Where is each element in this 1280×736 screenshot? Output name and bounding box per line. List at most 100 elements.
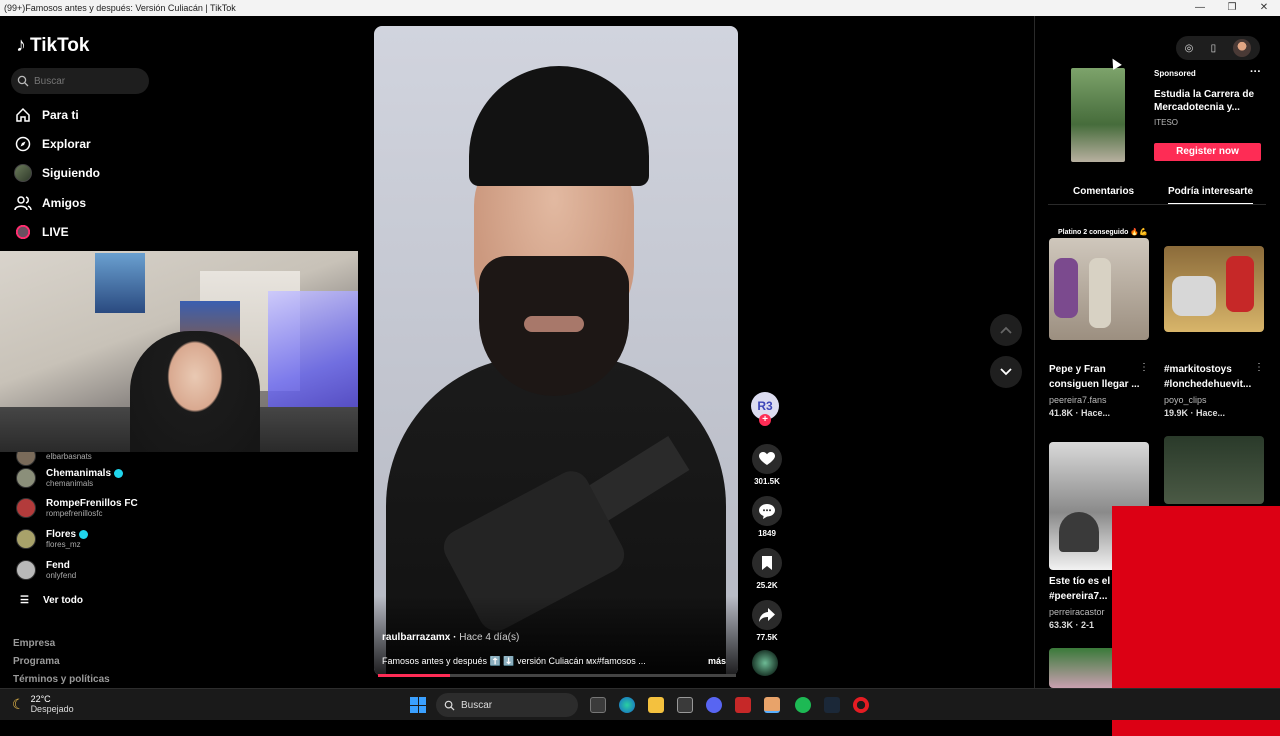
close-button[interactable]: ✕ bbox=[1248, 0, 1280, 16]
discord-icon[interactable] bbox=[706, 697, 722, 713]
share-action[interactable]: 77.5K bbox=[750, 600, 784, 642]
account-username: onlyfend bbox=[46, 571, 77, 580]
profile-avatar[interactable] bbox=[1233, 39, 1252, 57]
video-progress-bar[interactable] bbox=[378, 674, 736, 677]
search-input[interactable] bbox=[34, 75, 144, 87]
tab-comentarios[interactable]: Comentarios bbox=[1073, 186, 1134, 197]
avatar bbox=[16, 468, 36, 488]
tiktok-note-icon: ♪ bbox=[16, 34, 26, 56]
recommendation-author[interactable]: perreiracastor bbox=[1049, 607, 1105, 617]
tiktok-logo[interactable]: ♪ TikTok bbox=[16, 34, 89, 57]
share-icon[interactable] bbox=[752, 600, 782, 630]
see-all-button[interactable]: ☰ Ver todo bbox=[20, 595, 83, 606]
recommendation-thumbnail[interactable] bbox=[1164, 246, 1264, 332]
windows-taskbar: ☾ 22°C Despejado Buscar bbox=[0, 688, 1280, 720]
follow-plus-button[interactable]: + bbox=[759, 414, 771, 426]
nav-label: Siguiendo bbox=[42, 166, 100, 180]
recommendation-meta: 41.8K · Hace... bbox=[1049, 408, 1111, 418]
ad-title[interactable]: Estudia la Carrera de Mercadotecnia y... bbox=[1154, 88, 1262, 114]
recommendation-title[interactable]: Pepe y Fran consiguen llegar ... bbox=[1049, 362, 1153, 392]
recommendation-thumbnail[interactable] bbox=[1049, 238, 1149, 340]
recommendation-thumbnail[interactable] bbox=[1164, 436, 1264, 504]
minimize-button[interactable]: — bbox=[1184, 0, 1216, 16]
nav-item-explorar[interactable]: Explorar bbox=[14, 133, 91, 155]
ad-brand: ITESO bbox=[1154, 118, 1179, 127]
recommendation-author[interactable]: peereira7.fans bbox=[1049, 395, 1107, 405]
caption-more-button[interactable]: más bbox=[708, 656, 726, 666]
following-account[interactable]: RompeFrenillos FC rompefrenillosfc bbox=[16, 498, 138, 518]
nav-label: Para ti bbox=[42, 108, 79, 122]
nav-item-para-ti[interactable]: Para ti bbox=[14, 104, 79, 126]
file-explorer-icon[interactable] bbox=[648, 697, 664, 713]
phone-icon[interactable]: ▯ bbox=[1211, 43, 1217, 54]
active-app-icon[interactable] bbox=[764, 697, 780, 713]
ad-register-button[interactable]: Register now bbox=[1154, 143, 1261, 161]
more-options-icon[interactable]: ··· bbox=[1250, 66, 1261, 78]
recommendation-more-icon[interactable]: ⋮ bbox=[1254, 362, 1264, 373]
edge-icon[interactable] bbox=[619, 697, 635, 713]
tabs-divider bbox=[1048, 204, 1266, 205]
account-name: Flores bbox=[46, 529, 77, 540]
tab-podria-interesarte[interactable]: Podría interesarte bbox=[1168, 186, 1254, 205]
previous-video-button[interactable] bbox=[990, 314, 1022, 346]
footer-link-terminos[interactable]: Términos y políticas bbox=[13, 674, 110, 685]
account-username: flores_mz bbox=[46, 540, 81, 549]
avatar bbox=[16, 498, 36, 518]
maximize-button[interactable]: ❐ bbox=[1216, 0, 1248, 16]
task-view-icon[interactable] bbox=[590, 697, 606, 713]
nav-item-live[interactable]: LIVE bbox=[14, 221, 69, 243]
like-count: 301.5K bbox=[754, 477, 780, 486]
window-title: (99+)Famosos antes y después: Versión Cu… bbox=[4, 3, 236, 13]
comment-action[interactable]: 1849 bbox=[750, 496, 784, 538]
weather-condition: Despejado bbox=[30, 704, 74, 714]
spotify-icon[interactable] bbox=[795, 697, 811, 713]
recommendation-more-icon[interactable]: ⋮ bbox=[1139, 362, 1149, 373]
ad-sponsored-label: Sponsored bbox=[1154, 69, 1196, 78]
like-action[interactable]: 301.5K bbox=[750, 444, 784, 486]
video-author[interactable]: raulbarrazamx · Hace 4 día(s) bbox=[382, 632, 519, 643]
bookmark-icon[interactable] bbox=[752, 548, 782, 578]
nav-item-siguiendo[interactable]: Siguiendo bbox=[14, 162, 100, 184]
weather-widget[interactable]: ☾ 22°C Despejado bbox=[12, 694, 74, 714]
chevron-up-icon bbox=[1000, 326, 1012, 334]
music-disc-icon[interactable] bbox=[752, 650, 778, 676]
streamer bbox=[130, 331, 260, 452]
avatar bbox=[16, 529, 36, 549]
ad-thumbnail[interactable] bbox=[1071, 68, 1125, 162]
video-caption: Famosos antes y después ⬆️ ⬇️ versión Cu… bbox=[382, 656, 646, 666]
heart-icon[interactable] bbox=[752, 444, 782, 474]
news-app-icon[interactable] bbox=[735, 697, 751, 713]
windows-start-icon[interactable] bbox=[410, 697, 426, 713]
recommendation-title[interactable]: #markitostoys #lonchedehuevit... bbox=[1164, 362, 1268, 392]
account-name: Fend bbox=[46, 560, 70, 571]
home-icon bbox=[14, 106, 32, 124]
compass-icon[interactable]: ◎ bbox=[1185, 43, 1194, 54]
comment-count: 1849 bbox=[758, 529, 776, 538]
window-titlebar: (99+)Famosos antes y después: Versión Cu… bbox=[0, 0, 1280, 16]
save-action[interactable]: 25.2K bbox=[750, 548, 784, 590]
video-time: Hace 4 día(s) bbox=[459, 632, 520, 643]
list-icon: ☰ bbox=[20, 595, 29, 606]
store-icon[interactable] bbox=[677, 697, 693, 713]
author-username[interactable]: raulbarrazamx bbox=[382, 632, 450, 643]
recommendation-meta: 19.9K · Hace... bbox=[1164, 408, 1226, 418]
moon-icon: ☾ bbox=[12, 695, 25, 712]
following-account[interactable]: Fend onlyfend bbox=[16, 560, 76, 580]
comment-icon[interactable] bbox=[752, 496, 782, 526]
steam-icon[interactable] bbox=[824, 697, 840, 713]
taskbar-search[interactable]: Buscar bbox=[436, 693, 578, 717]
opera-icon[interactable] bbox=[853, 697, 869, 713]
search-icon bbox=[17, 75, 29, 87]
footer-link-programa[interactable]: Programa bbox=[13, 656, 60, 667]
following-account[interactable]: Chemanimals chemanimals bbox=[16, 468, 124, 488]
following-account[interactable]: Flores flores_mz bbox=[16, 529, 89, 549]
video-player[interactable] bbox=[374, 26, 738, 676]
webcam-overlay bbox=[0, 251, 358, 452]
next-video-button[interactable] bbox=[990, 356, 1022, 388]
footer-link-empresa[interactable]: Empresa bbox=[13, 638, 55, 649]
account-name: RompeFrenillos FC bbox=[46, 498, 138, 509]
nav-item-amigos[interactable]: Amigos bbox=[14, 192, 86, 214]
search-box[interactable] bbox=[11, 68, 149, 94]
top-right-toolbar: ◎ ▯ bbox=[1176, 36, 1260, 60]
recommendation-author[interactable]: poyo_clips bbox=[1164, 395, 1207, 405]
